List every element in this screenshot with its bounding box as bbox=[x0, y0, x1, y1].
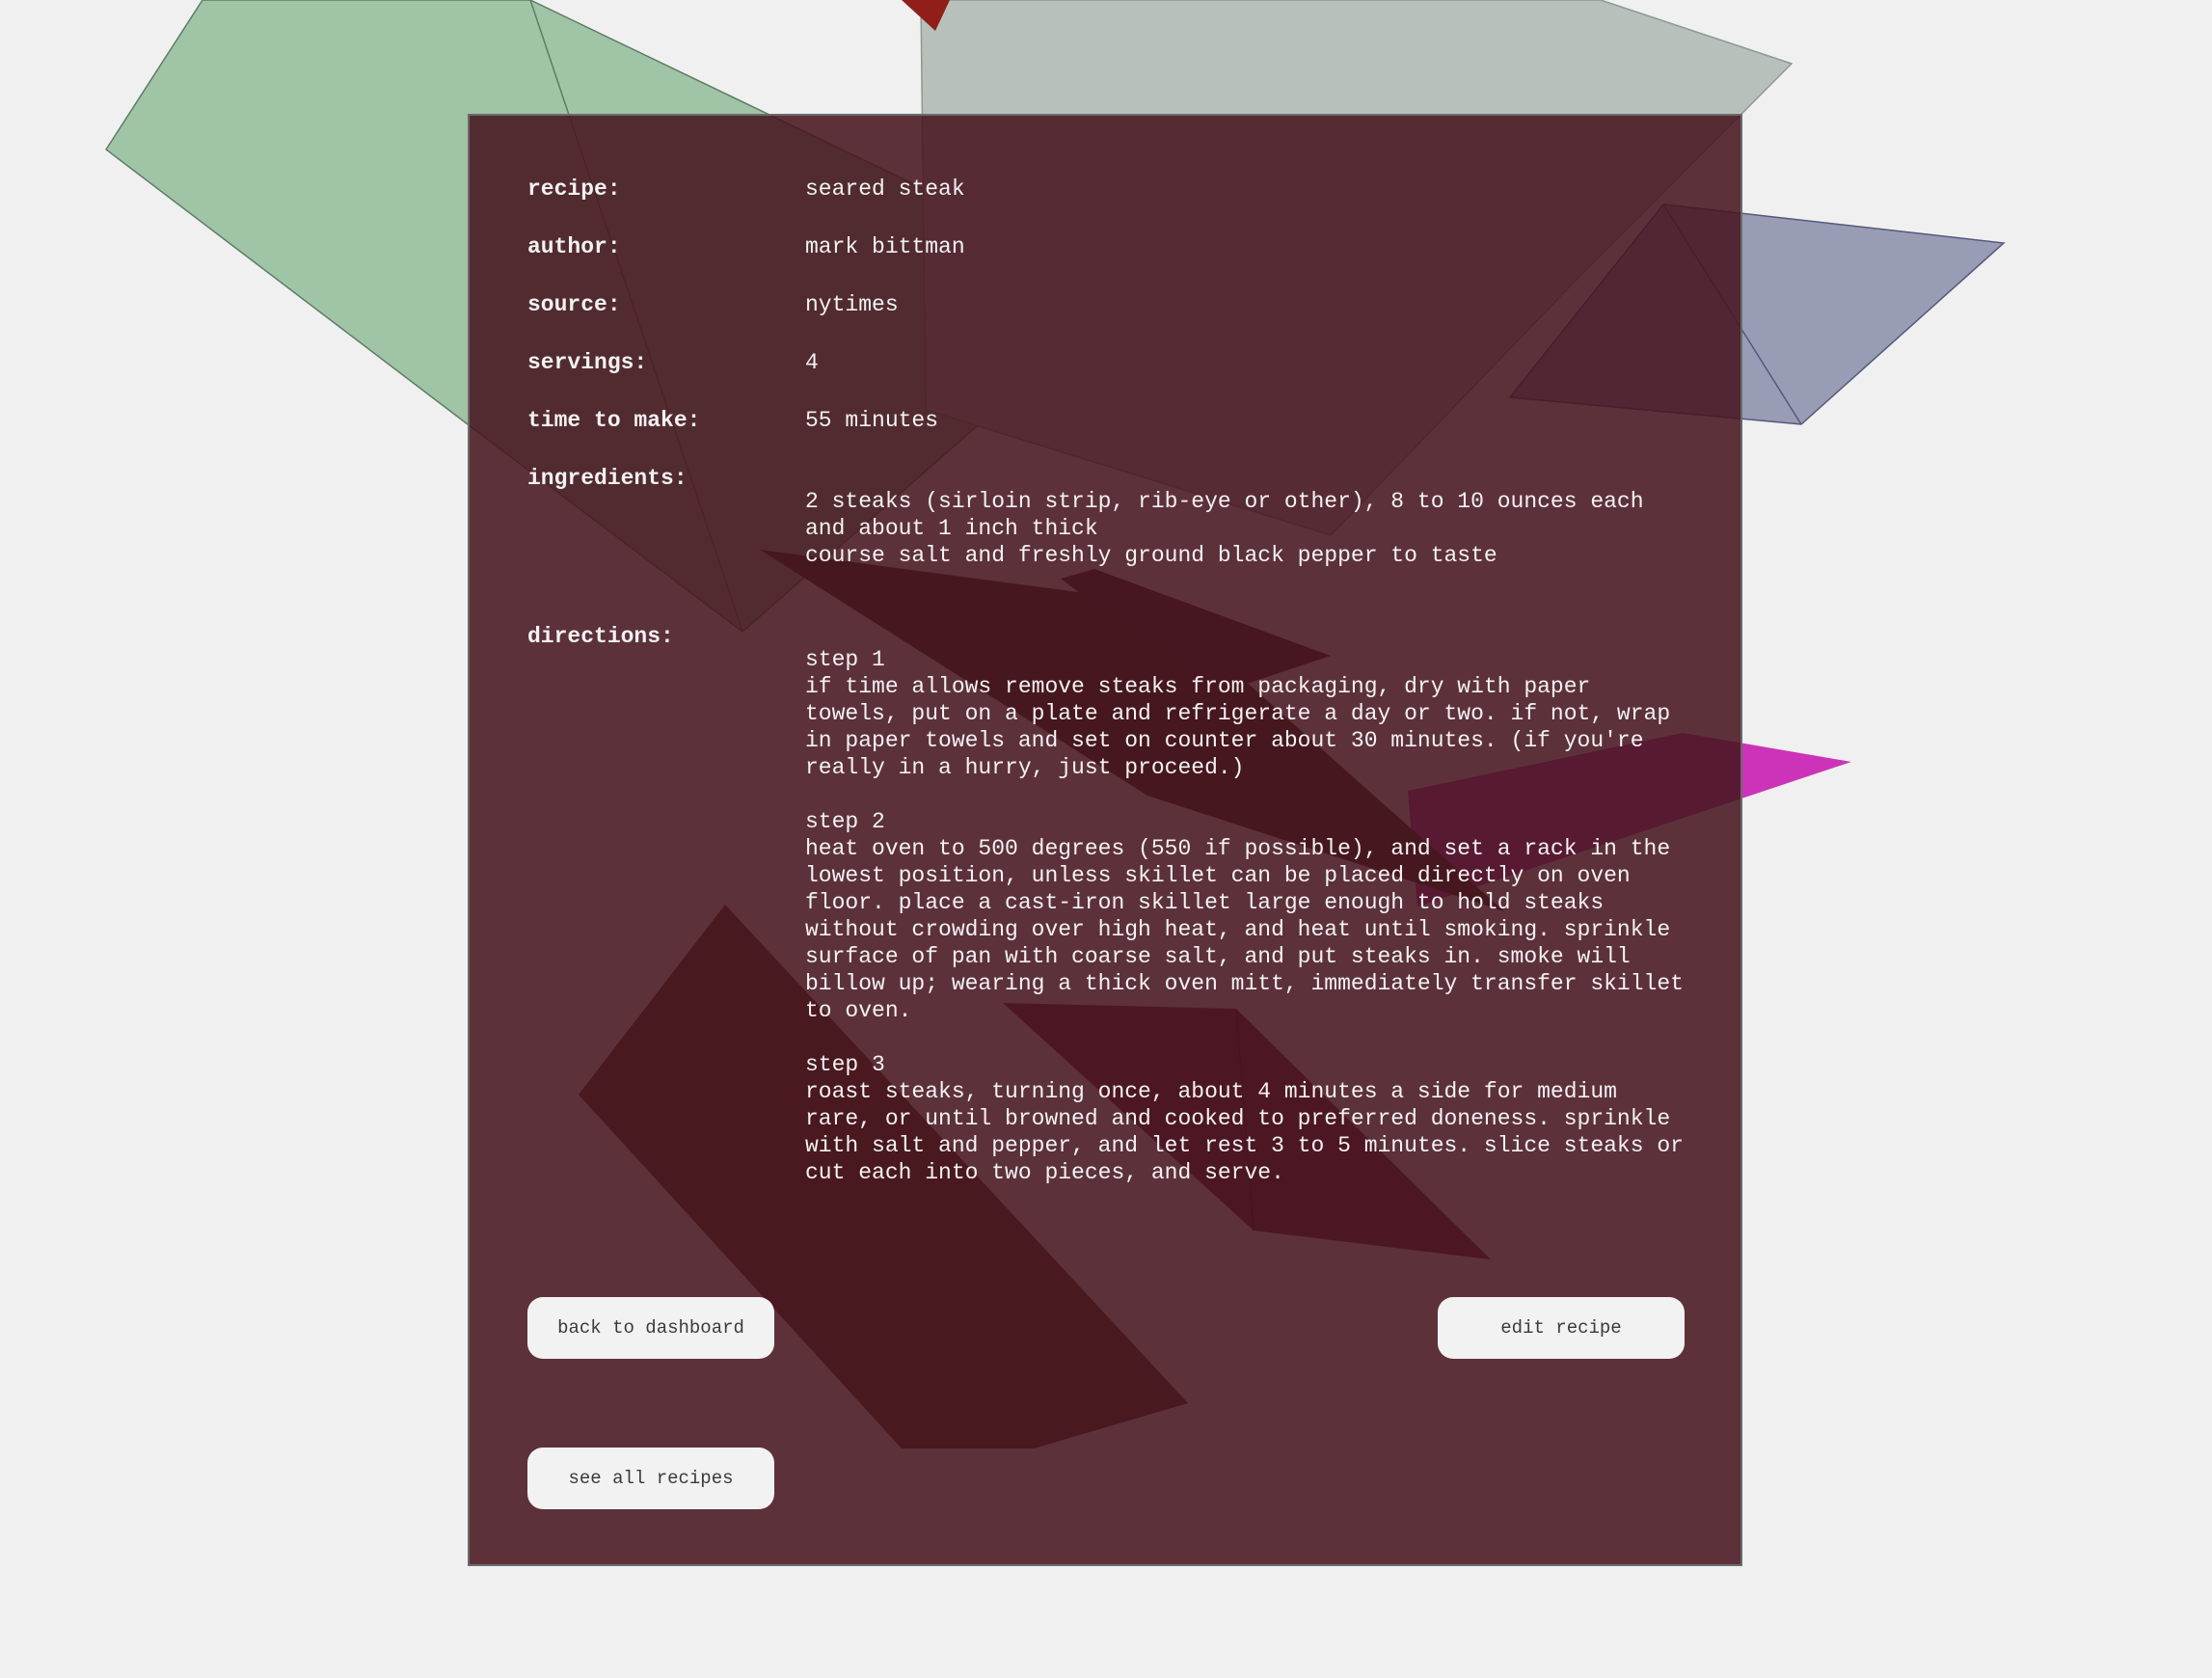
direction-step: step 1 if time allows remove steaks from… bbox=[805, 646, 1692, 781]
directions-label: directions: bbox=[527, 624, 674, 649]
step-title: step 3 bbox=[805, 1052, 885, 1077]
time-value: 55 minutes bbox=[805, 408, 939, 433]
source-label: source: bbox=[527, 292, 621, 317]
recipe-card: recipe: seared steak author: mark bittma… bbox=[468, 114, 1742, 1566]
step-title: step 1 bbox=[805, 647, 885, 672]
time-label: time to make: bbox=[527, 408, 701, 433]
recipe-label: recipe: bbox=[527, 176, 621, 202]
ingredient-item: 2 steaks (sirloin strip, rib-eye or othe… bbox=[805, 489, 1644, 541]
source-name: nytimes bbox=[805, 292, 899, 317]
step-text: if time allows remove steaks from packag… bbox=[805, 674, 1671, 780]
servings-value: 4 bbox=[805, 350, 819, 375]
step-text: roast steaks, turning once, about 4 minu… bbox=[805, 1079, 1684, 1185]
direction-step: step 3 roast steaks, turning once, about… bbox=[805, 1051, 1692, 1186]
step-title: step 2 bbox=[805, 809, 885, 834]
recipe-name: seared steak bbox=[805, 176, 965, 202]
author-name: mark bittman bbox=[805, 234, 965, 259]
step-text: heat oven to 500 degrees (550 if possibl… bbox=[805, 836, 1684, 1023]
direction-step: step 2 heat oven to 500 degrees (550 if … bbox=[805, 808, 1692, 1024]
servings-label: servings: bbox=[527, 350, 648, 375]
directions-list: step 1 if time allows remove steaks from… bbox=[805, 646, 1692, 1213]
ingredient-item: course salt and freshly ground black pep… bbox=[805, 543, 1497, 568]
see-all-recipes-button[interactable]: see all recipes bbox=[527, 1448, 774, 1509]
author-label: author: bbox=[527, 234, 621, 259]
edit-recipe-button[interactable]: edit recipe bbox=[1438, 1297, 1685, 1359]
ingredients-label: ingredients: bbox=[527, 466, 688, 491]
back-to-dashboard-button[interactable]: back to dashboard bbox=[527, 1297, 774, 1359]
ingredients-list: 2 steaks (sirloin strip, rib-eye or othe… bbox=[805, 488, 1692, 569]
